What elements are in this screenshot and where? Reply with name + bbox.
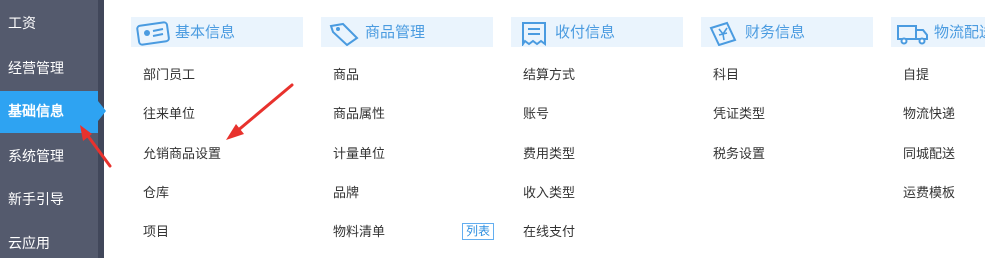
sidebar-item-label: 新手引导	[8, 192, 64, 208]
receipt-icon	[522, 22, 546, 46]
link-brands[interactable]: 品牌	[333, 185, 359, 203]
link-shipping-templates[interactable]: 运费模板	[903, 185, 955, 203]
sidebar-item-basic-info[interactable]: 基础信息	[0, 91, 98, 133]
link-department-staff[interactable]: 部门员工	[143, 67, 195, 85]
column-header: 收付信息	[511, 17, 683, 47]
link-units-of-measure[interactable]: 计量单位	[333, 146, 385, 164]
link-tax-settings[interactable]: 税务设置	[713, 146, 765, 164]
column-product-management: 商品管理 商品 商品属性 计量单位 品牌 物料清单 列表	[321, 0, 501, 258]
sidebar-item-salary[interactable]: 工资	[0, 3, 98, 45]
column-title: 财务信息	[745, 23, 806, 41]
column-header: 商品管理	[321, 17, 493, 47]
link-accounts[interactable]: 账号	[523, 106, 549, 124]
id-card-icon	[136, 21, 170, 46]
link-business-partners[interactable]: 往来单位	[143, 106, 195, 124]
link-product-attributes[interactable]: 商品属性	[333, 106, 385, 124]
active-indicator-arrow	[98, 101, 106, 121]
sidebar-item-label: 云应用	[8, 236, 50, 252]
sidebar-item-label: 经营管理	[8, 61, 64, 77]
sidebar: 工资 经营管理 基础信息 系统管理 新手引导 云应用	[0, 0, 104, 258]
sidebar-item-beginner-guide[interactable]: 新手引导	[0, 179, 98, 221]
link-self-pickup[interactable]: 自提	[903, 67, 929, 85]
column-header: 基本信息	[131, 17, 303, 47]
sidebar-item-cloud-apps[interactable]: 云应用	[0, 223, 98, 258]
link-income-types[interactable]: 收入类型	[523, 185, 575, 203]
truck-icon	[897, 25, 928, 45]
link-settlement-methods[interactable]: 结算方式	[523, 67, 575, 85]
link-warehouse[interactable]: 仓库	[143, 185, 169, 203]
yen-document-icon	[709, 21, 737, 46]
column-basic-info: 基本信息 部门员工 往来单位 允销商品设置 仓库 项目	[131, 0, 311, 258]
column-logistics: 物流配送 自提 物流快递 同城配送 运费模板	[891, 0, 985, 258]
link-project[interactable]: 项目	[143, 224, 169, 242]
sidebar-item-label: 基础信息	[8, 104, 64, 120]
link-products[interactable]: 商品	[333, 67, 359, 85]
link-voucher-types[interactable]: 凭证类型	[713, 106, 765, 124]
column-finance-info: 财务信息 科目 凭证类型 税务设置	[701, 0, 881, 258]
link-bill-of-materials[interactable]: 物料清单	[333, 224, 385, 242]
link-expense-types[interactable]: 费用类型	[523, 146, 575, 164]
app-window: 工资 经营管理 基础信息 系统管理 新手引导 云应用 基本信息 部门员工 往来单…	[0, 0, 985, 258]
link-allowed-products-settings[interactable]: 允销商品设置	[143, 146, 221, 164]
link-online-payment[interactable]: 在线支付	[523, 224, 575, 242]
link-courier-delivery[interactable]: 物流快递	[903, 106, 955, 124]
sidebar-item-label: 系统管理	[8, 149, 64, 165]
column-title: 商品管理	[365, 23, 426, 41]
column-header: 财务信息	[701, 17, 873, 47]
sidebar-item-label: 工资	[8, 16, 36, 32]
column-title: 基本信息	[175, 23, 236, 41]
column-payment-info: 收付信息 结算方式 账号 费用类型 收入类型 在线支付	[511, 0, 691, 258]
price-tag-icon	[329, 22, 359, 46]
sidebar-item-business-management[interactable]: 经营管理	[0, 48, 98, 90]
column-title: 收付信息	[555, 23, 616, 41]
sidebar-edge	[98, 0, 104, 258]
sidebar-item-system-management[interactable]: 系统管理	[0, 136, 98, 178]
column-title: 物流配送	[934, 23, 985, 41]
list-view-tag[interactable]: 列表	[462, 223, 495, 240]
column-header: 物流配送	[891, 17, 985, 47]
link-ledger-subjects[interactable]: 科目	[713, 67, 739, 85]
link-same-city-delivery[interactable]: 同城配送	[903, 146, 955, 164]
